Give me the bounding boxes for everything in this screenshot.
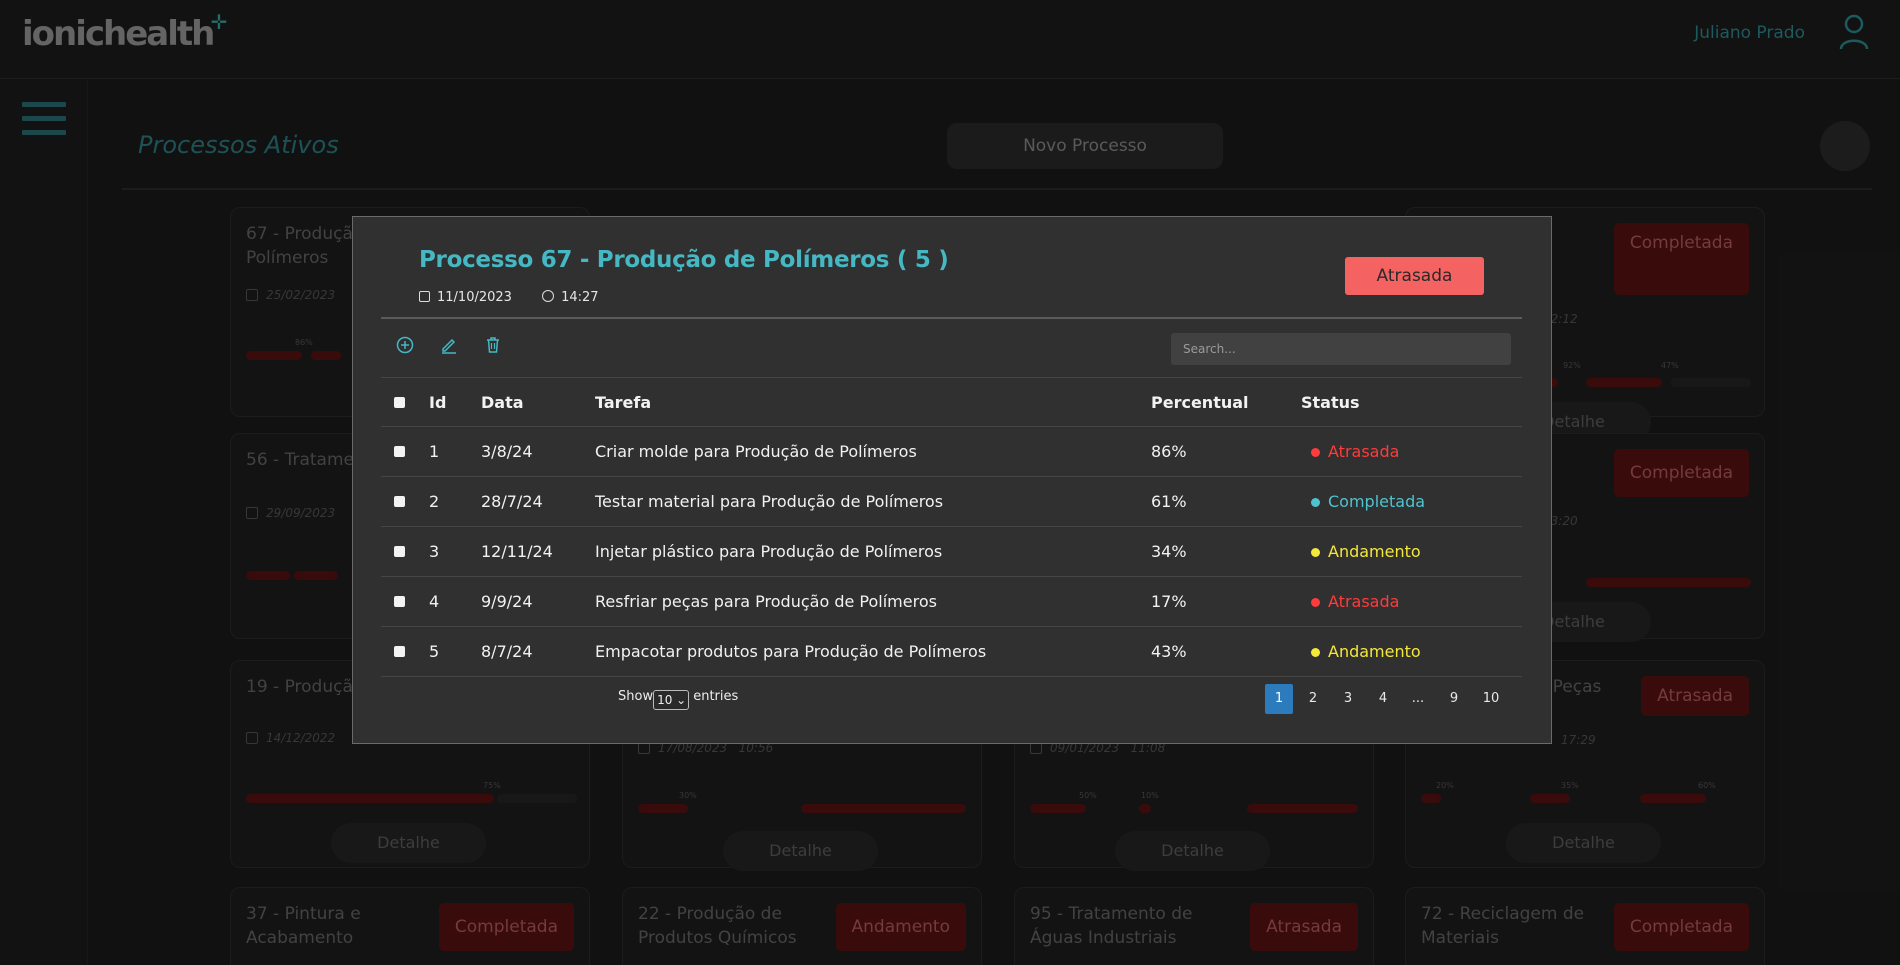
row-status: Atrasada: [1301, 426, 1522, 477]
page-button-10[interactable]: 10: [1477, 684, 1505, 714]
status-text: Andamento: [1328, 642, 1421, 661]
entries-label: entries: [693, 689, 739, 704]
column-header-status[interactable]: Status: [1301, 377, 1522, 427]
row-id: 5: [429, 626, 481, 677]
column-header-id[interactable]: Id: [429, 377, 481, 427]
edit-icon[interactable]: [439, 335, 459, 355]
modal-time: 14:27: [561, 290, 599, 305]
column-header-percent[interactable]: Percentual: [1151, 377, 1301, 427]
row-task: Empacotar produtos para Produção de Polí…: [595, 626, 1151, 677]
row-status: Andamento: [1301, 526, 1522, 577]
modal-date: 11/10/2023: [437, 290, 512, 305]
row-date: 9/9/24: [481, 576, 595, 627]
status-dot: [1311, 448, 1320, 457]
table-row[interactable]: 5 8/7/24 Empacotar produtos para Produçã…: [381, 626, 1522, 677]
status-text: Completada: [1328, 492, 1426, 511]
row-checkbox[interactable]: [394, 546, 405, 557]
page-button-9[interactable]: 9: [1440, 684, 1468, 714]
page-size-select[interactable]: 10 ⌄: [653, 690, 690, 710]
row-checkbox[interactable]: [394, 646, 405, 657]
modal-title: Processo 67 - Produção de Polímeros ( 5 …: [419, 247, 949, 273]
clock-icon: [542, 290, 555, 302]
search-input[interactable]: [1171, 333, 1511, 365]
row-id: 4: [429, 576, 481, 627]
row-task: Testar material para Produção de Polímer…: [595, 476, 1151, 527]
row-checkbox[interactable]: [394, 596, 405, 607]
page-button-3[interactable]: 3: [1334, 684, 1362, 714]
row-id: 1: [429, 426, 481, 477]
row-date: 3/8/24: [481, 426, 595, 477]
column-header-task[interactable]: Tarefa: [595, 377, 1151, 427]
page-ellipsis: ...: [1411, 691, 1425, 706]
table-row[interactable]: 4 9/9/24 Resfriar peças para Produção de…: [381, 576, 1522, 627]
status-dot: [1311, 648, 1320, 657]
table-row[interactable]: 3 12/11/24 Injetar plástico para Produçã…: [381, 526, 1522, 577]
status-text: Atrasada: [1328, 442, 1400, 461]
status-text: Andamento: [1328, 542, 1421, 561]
page-button-2[interactable]: 2: [1299, 684, 1327, 714]
row-percent: 34%: [1151, 526, 1301, 577]
status-text: Atrasada: [1328, 592, 1400, 611]
modal-meta: 11/10/2023 14:27: [419, 290, 625, 305]
row-percent: 61%: [1151, 476, 1301, 527]
status-dot: [1311, 498, 1320, 507]
row-percent: 17%: [1151, 576, 1301, 627]
process-detail-modal: Processo 67 - Produção de Polímeros ( 5 …: [352, 216, 1552, 744]
show-label: Show: [618, 689, 654, 704]
row-status: Completada: [1301, 476, 1522, 527]
row-id: 2: [429, 476, 481, 527]
page-button-1[interactable]: 1: [1265, 684, 1293, 714]
row-checkbox[interactable]: [394, 446, 405, 457]
row-task: Injetar plástico para Produção de Políme…: [595, 526, 1151, 577]
column-header-date[interactable]: Data: [481, 377, 595, 427]
table-row[interactable]: 2 28/7/24 Testar material para Produção …: [381, 476, 1522, 527]
status-dot: [1311, 548, 1320, 557]
table-header-row: Id Data Tarefa Percentual Status: [381, 377, 1522, 427]
row-date: 12/11/24: [481, 526, 595, 577]
row-status: Andamento: [1301, 626, 1522, 677]
modal-divider: [381, 317, 1522, 319]
row-id: 3: [429, 526, 481, 577]
status-dot: [1311, 598, 1320, 607]
trash-icon[interactable]: [483, 335, 503, 355]
status-badge[interactable]: Atrasada: [1345, 257, 1484, 295]
page-button-4[interactable]: 4: [1369, 684, 1397, 714]
table-row[interactable]: 1 3/8/24 Criar molde para Produção de Po…: [381, 426, 1522, 477]
row-percent: 86%: [1151, 426, 1301, 477]
calendar-icon: [419, 291, 430, 302]
row-task: Criar molde para Produção de Polímeros: [595, 426, 1151, 477]
add-circle-icon[interactable]: [395, 335, 415, 355]
row-date: 28/7/24: [481, 476, 595, 527]
row-task: Resfriar peças para Produção de Polímero…: [595, 576, 1151, 627]
tasks-table: Id Data Tarefa Percentual Status 1 3/8/2…: [381, 377, 1522, 677]
select-all-checkbox[interactable]: [394, 396, 405, 408]
page-size-control: Show 10 ⌄ entries: [618, 689, 738, 710]
row-status: Atrasada: [1301, 576, 1522, 627]
row-date: 8/7/24: [481, 626, 595, 677]
row-percent: 43%: [1151, 626, 1301, 677]
row-checkbox[interactable]: [394, 496, 405, 507]
